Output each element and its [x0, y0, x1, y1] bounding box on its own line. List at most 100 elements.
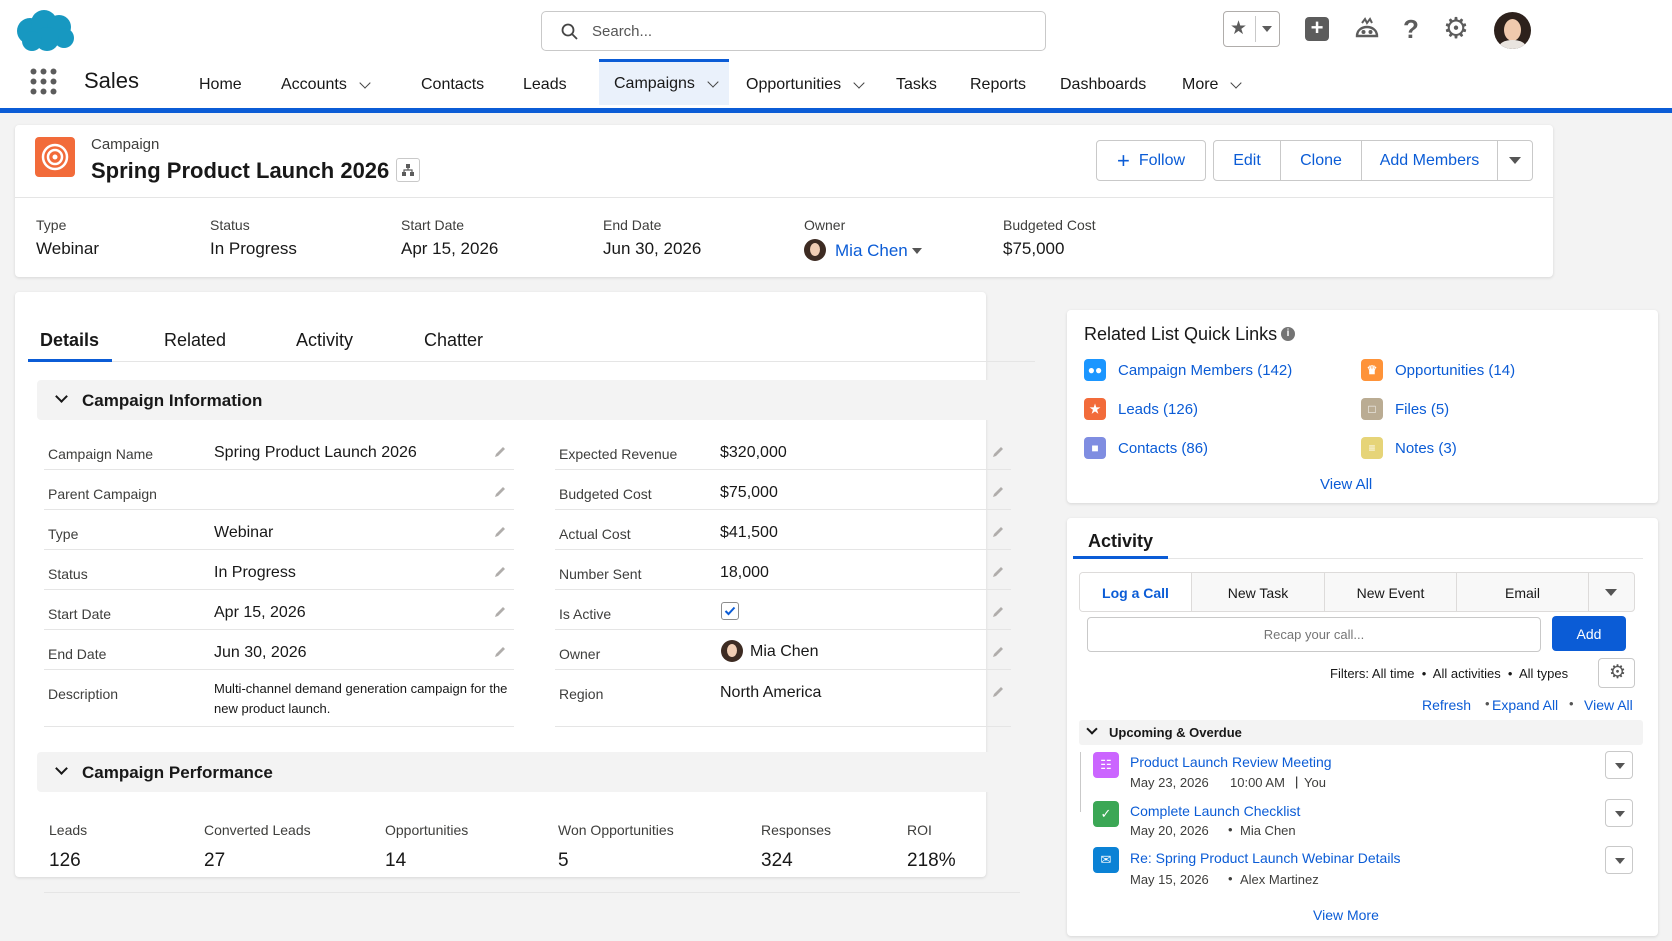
nav-dashboards-label: Dashboards [1060, 76, 1147, 93]
timeline-item-menu[interactable] [1605, 751, 1633, 779]
user-avatar[interactable] [1494, 12, 1531, 49]
chevron-down-icon[interactable] [912, 248, 922, 254]
refresh-link[interactable]: Refresh [1422, 697, 1471, 713]
section-campaign-performance[interactable]: Campaign Performance [37, 752, 1029, 792]
chevron-down-icon[interactable] [853, 77, 865, 89]
quick-link-files[interactable]: Files (5) [1395, 401, 1449, 418]
highlight-label: Status [210, 217, 250, 233]
nav-tasks[interactable]: Tasks [896, 62, 937, 108]
timeline-item-title[interactable]: Re: Spring Product Launch Webinar Detail… [1130, 850, 1401, 866]
pencil-icon[interactable] [991, 485, 1005, 499]
pencil-icon[interactable] [991, 525, 1005, 539]
quick-link-opportunities[interactable]: Opportunities (14) [1395, 362, 1515, 379]
gear-icon: ⚙ [1609, 662, 1627, 683]
trailhead-icon[interactable] [1354, 16, 1380, 42]
salesforce-logo[interactable] [14, 9, 76, 53]
tab-related[interactable]: Related [164, 330, 226, 351]
pencil-icon[interactable] [493, 605, 507, 619]
app-name: Sales [84, 68, 140, 93]
info-icon[interactable]: i [1281, 327, 1295, 341]
quick-link-campaign-members[interactable]: Campaign Members (142) [1118, 362, 1292, 379]
help-icon[interactable]: ? [1403, 14, 1419, 45]
field-description: Description Multi-channel demand generat… [44, 672, 514, 727]
star-icon[interactable]: ★ [1230, 17, 1247, 40]
timeline-item-owner: You [1304, 775, 1326, 790]
quick-link-contacts[interactable]: Contacts (86) [1118, 440, 1208, 457]
add-members-button[interactable]: Add Members [1361, 140, 1498, 181]
pencil-icon[interactable] [991, 645, 1005, 659]
nav-leads[interactable]: Leads [523, 62, 567, 108]
pencil-icon[interactable] [991, 685, 1005, 699]
quick-link-leads[interactable]: Leads (126) [1118, 401, 1198, 418]
owner-link[interactable]: Mia Chen [750, 643, 818, 661]
record-header: Campaign Spring Product Launch 2026 + Fo… [15, 125, 1553, 277]
chevron-down-icon[interactable] [1230, 77, 1243, 89]
global-actions-button[interactable]: + [1305, 17, 1329, 41]
quick-link-notes[interactable]: Notes (3) [1395, 440, 1457, 457]
section-title: Campaign Performance [82, 763, 273, 782]
add-button[interactable]: Add [1552, 616, 1626, 651]
section-campaign-information[interactable]: Campaign Information [37, 380, 1033, 420]
search-input[interactable] [592, 20, 1032, 42]
chevron-down-icon[interactable] [707, 75, 719, 88]
nav-dashboards[interactable]: Dashboards [1060, 62, 1146, 108]
nav-contacts[interactable]: Contacts [421, 62, 484, 108]
nav-accounts-label: Accounts [281, 76, 347, 93]
pencil-icon[interactable] [493, 485, 507, 499]
pencil-icon[interactable] [493, 525, 507, 539]
timeline-item-menu[interactable] [1605, 846, 1633, 874]
tab-log-a-call[interactable]: Log a Call [1080, 573, 1192, 611]
tab-details[interactable]: Details [40, 330, 99, 351]
nav-accounts[interactable]: Accounts [281, 62, 371, 108]
tab-new-task-label: New Task [1227, 585, 1289, 601]
field-value-line: new product launch. [214, 701, 331, 716]
expand-all-link[interactable]: Expand All [1492, 697, 1558, 713]
pencil-icon[interactable] [493, 565, 507, 579]
pencil-icon[interactable] [991, 605, 1005, 619]
nav-campaigns[interactable]: Campaigns [599, 59, 729, 105]
activity-view-all-link[interactable]: View All [1584, 697, 1633, 713]
tab-new-task[interactable]: New Task [1192, 573, 1325, 611]
view-more-link[interactable]: View More [1313, 907, 1379, 923]
tab-email[interactable]: Email [1457, 573, 1589, 611]
chevron-down-icon[interactable] [359, 77, 371, 89]
call-recap-input[interactable] [1087, 617, 1541, 652]
nav-home[interactable]: Home [199, 62, 242, 108]
timeline-item-menu[interactable] [1605, 799, 1633, 827]
publisher-more-button[interactable] [1589, 573, 1634, 611]
edit-button[interactable]: Edit [1213, 140, 1281, 181]
field-end-date: End Date Jun 30, 2026 [44, 632, 514, 670]
tab-new-event[interactable]: New Event [1325, 573, 1457, 611]
owner-avatar [804, 239, 826, 261]
gear-icon[interactable]: ⚙ [1443, 11, 1469, 46]
activity-settings-button[interactable]: ⚙ [1598, 658, 1635, 688]
pencil-icon[interactable] [493, 645, 507, 659]
tab-chatter[interactable]: Chatter [424, 330, 483, 351]
nav-more[interactable]: More [1182, 62, 1243, 108]
field-label: Campaign Name [48, 446, 154, 462]
nav-opportunities[interactable]: Opportunities [746, 62, 865, 108]
field-value: Webinar [214, 524, 274, 541]
metric-label: Leads [49, 822, 88, 838]
nav-reports[interactable]: Reports [970, 62, 1026, 108]
more-actions-button[interactable] [1497, 140, 1533, 181]
clone-button[interactable]: Clone [1280, 140, 1362, 181]
timeline-item-title[interactable]: Product Launch Review Meeting [1130, 754, 1332, 770]
pencil-icon[interactable] [991, 565, 1005, 579]
upcoming-group-header[interactable]: Upcoming & Overdue [1079, 720, 1643, 745]
timeline-item-title[interactable]: Complete Launch Checklist [1130, 803, 1300, 819]
hierarchy-button[interactable] [396, 158, 420, 182]
is-active-checkbox[interactable] [721, 602, 739, 620]
pencil-icon[interactable] [493, 445, 507, 459]
favorites-button[interactable]: ★ [1223, 11, 1280, 47]
app-launcher-icon[interactable] [30, 68, 57, 95]
quick-links-view-all[interactable]: View All [1320, 476, 1372, 493]
field-value: Apr 15, 2026 [214, 604, 306, 621]
chevron-down-icon[interactable] [1262, 26, 1272, 32]
tab-activity[interactable]: Activity [296, 330, 353, 351]
global-search[interactable] [541, 11, 1046, 51]
pencil-icon[interactable] [991, 445, 1005, 459]
follow-button[interactable]: + Follow [1096, 140, 1206, 181]
owner-link[interactable]: Mia Chen [835, 241, 908, 261]
add-label: Add [1576, 625, 1602, 642]
